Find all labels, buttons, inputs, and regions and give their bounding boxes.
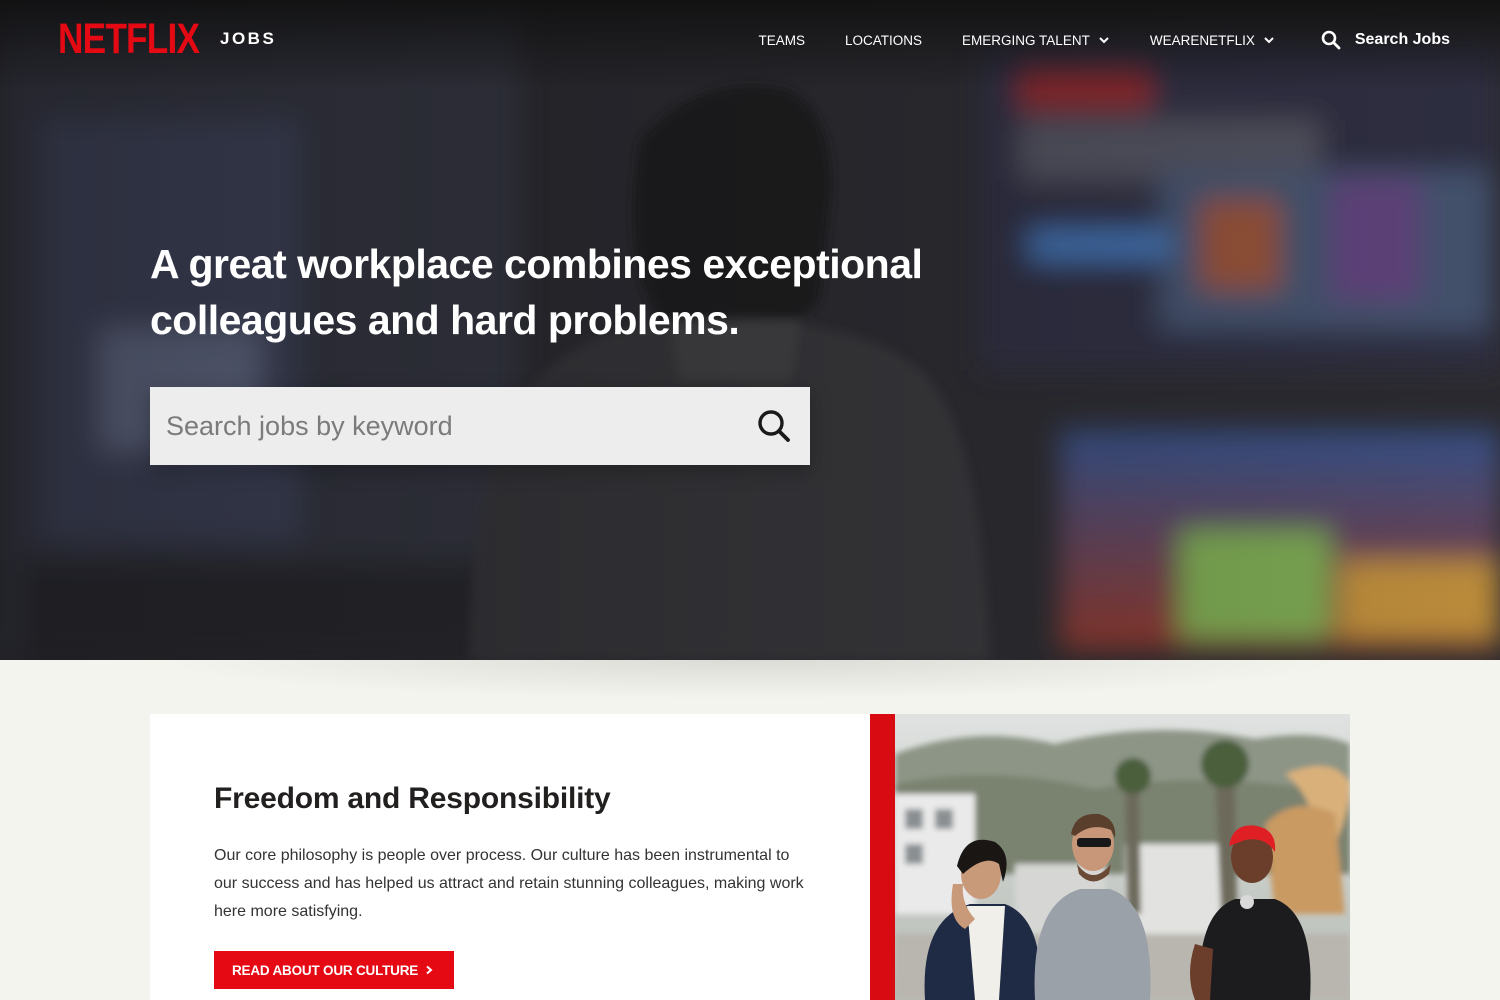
nav-item-teams[interactable]: TEAMS xyxy=(759,33,806,48)
nav-item-wearenetflix[interactable]: WEARENETFLIX xyxy=(1150,33,1275,48)
culture-title: Freedom and Responsibility xyxy=(214,782,611,815)
hero-banner: NETFLIX JOBS TEAMS LOCATIONS EMERGING TA… xyxy=(0,0,1500,660)
search-jobs-label: Search Jobs xyxy=(1354,31,1450,48)
netflix-logo[interactable]: NETFLIX xyxy=(58,16,200,62)
job-search-input[interactable] xyxy=(150,387,738,465)
culture-card: Freedom and Responsibility Our core phil… xyxy=(150,714,870,1000)
nav-item-locations[interactable]: LOCATIONS xyxy=(845,33,922,48)
nav-item-label: WEARENETFLIX xyxy=(1149,32,1255,48)
nav-item-emerging-talent[interactable]: EMERGING TALENT xyxy=(962,33,1110,48)
hero-headline: A great workplace combines exceptional c… xyxy=(150,241,923,343)
jobs-logo-label[interactable]: JOBS xyxy=(220,29,276,49)
nav-item-label: EMERGING TALENT xyxy=(962,32,1090,48)
hero-shadow xyxy=(150,660,1350,700)
chevron-down-icon xyxy=(1264,37,1274,44)
top-navigation: NETFLIX JOBS TEAMS LOCATIONS EMERGING TA… xyxy=(0,0,1500,80)
search-icon xyxy=(1321,30,1341,50)
read-culture-button[interactable]: READ ABOUT OUR CULTURE xyxy=(214,951,455,989)
accent-bar xyxy=(870,714,895,1000)
job-search-bar xyxy=(150,387,810,465)
nav-item-label: LOCATIONS xyxy=(845,32,923,48)
job-search-submit[interactable] xyxy=(738,387,810,465)
culture-description: Our core philosophy is people over proce… xyxy=(214,847,804,920)
nav-item-label: TEAMS xyxy=(758,32,806,48)
read-culture-label: READ ABOUT OUR CULTURE xyxy=(232,962,419,978)
team-photo-image xyxy=(895,714,1350,1000)
nav-links: TEAMS LOCATIONS EMERGING TALENT WEARENET… xyxy=(759,28,1450,52)
search-icon xyxy=(758,410,790,442)
chevron-right-icon xyxy=(426,965,433,975)
team-photo xyxy=(895,714,1350,1000)
search-jobs-link[interactable]: Search Jobs xyxy=(1321,30,1450,50)
chevron-down-icon xyxy=(1099,37,1109,44)
